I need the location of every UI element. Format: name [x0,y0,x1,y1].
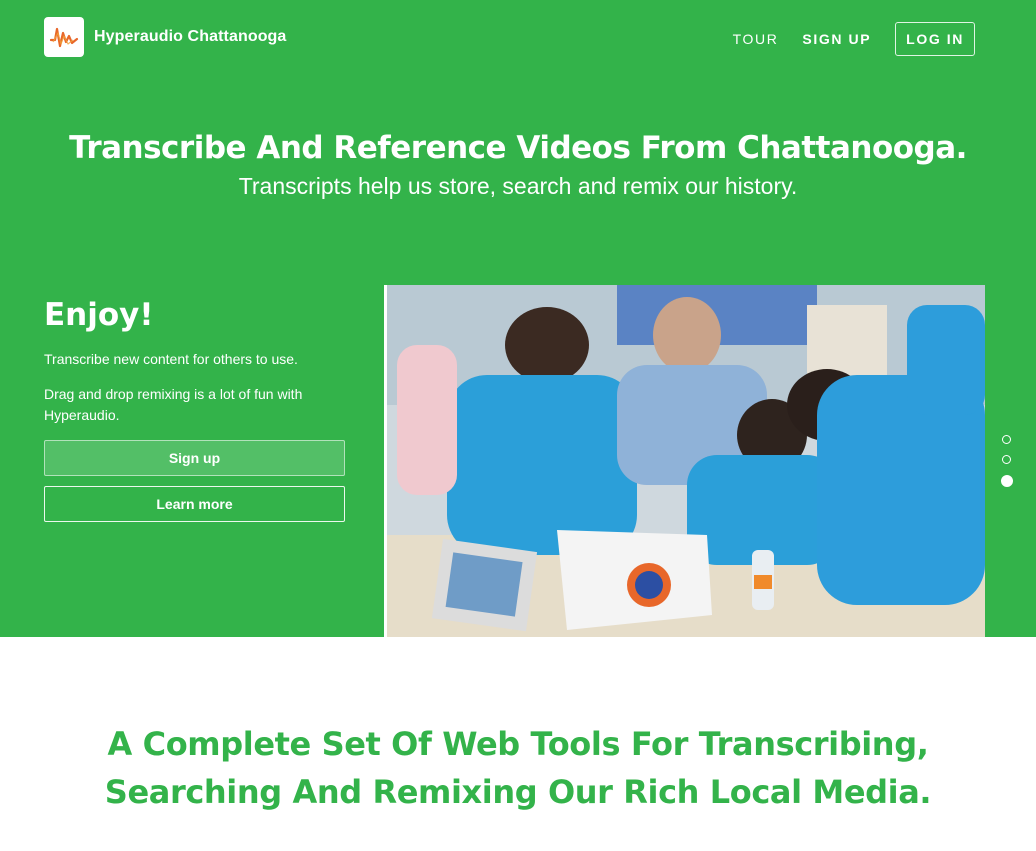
slide-heading: Enjoy! [44,297,154,333]
nav-signup-link[interactable]: SIGN UP [802,31,871,47]
features-title-line-2: Searching And Remixing Our Rich Local Me… [104,773,932,811]
slide-photo [384,285,985,637]
slide-dot-1[interactable] [1002,435,1011,444]
features-title: A Complete Set Of Web Tools For Transcri… [0,720,1036,816]
brand-name: Hyperaudio Chattanooga [94,28,287,45]
waveform-logo-icon [44,17,84,57]
nav-login-button[interactable]: LOG IN [895,22,975,56]
slide-indicators [1001,435,1013,498]
signup-button[interactable]: Sign up [44,440,345,476]
hero-section: Hyperaudio Chattanooga TOUR SIGN UP LOG … [0,0,1036,637]
hero-title: Transcribe And Reference Videos From Cha… [69,130,967,166]
slide-dot-2[interactable] [1002,455,1011,464]
learn-more-button[interactable]: Learn more [44,486,345,522]
slide-caption-panel: Enjoy! Transcribe new content for others… [44,297,345,522]
nav-tour-link[interactable]: TOUR [733,31,779,47]
slide-text-1: Transcribe new content for others to use… [44,351,298,367]
brand-link[interactable]: Hyperaudio Chattanooga [44,17,286,57]
slide-text-2: Drag and drop remixing is a lot of fun w… [44,386,303,423]
slide-dot-3-active[interactable] [1001,475,1013,487]
hero-subtitle: Transcripts help us store, search and re… [238,173,798,199]
features-title-line-1: A Complete Set Of Web Tools For Transcri… [107,725,929,763]
top-nav: TOUR SIGN UP LOG IN [733,22,975,56]
